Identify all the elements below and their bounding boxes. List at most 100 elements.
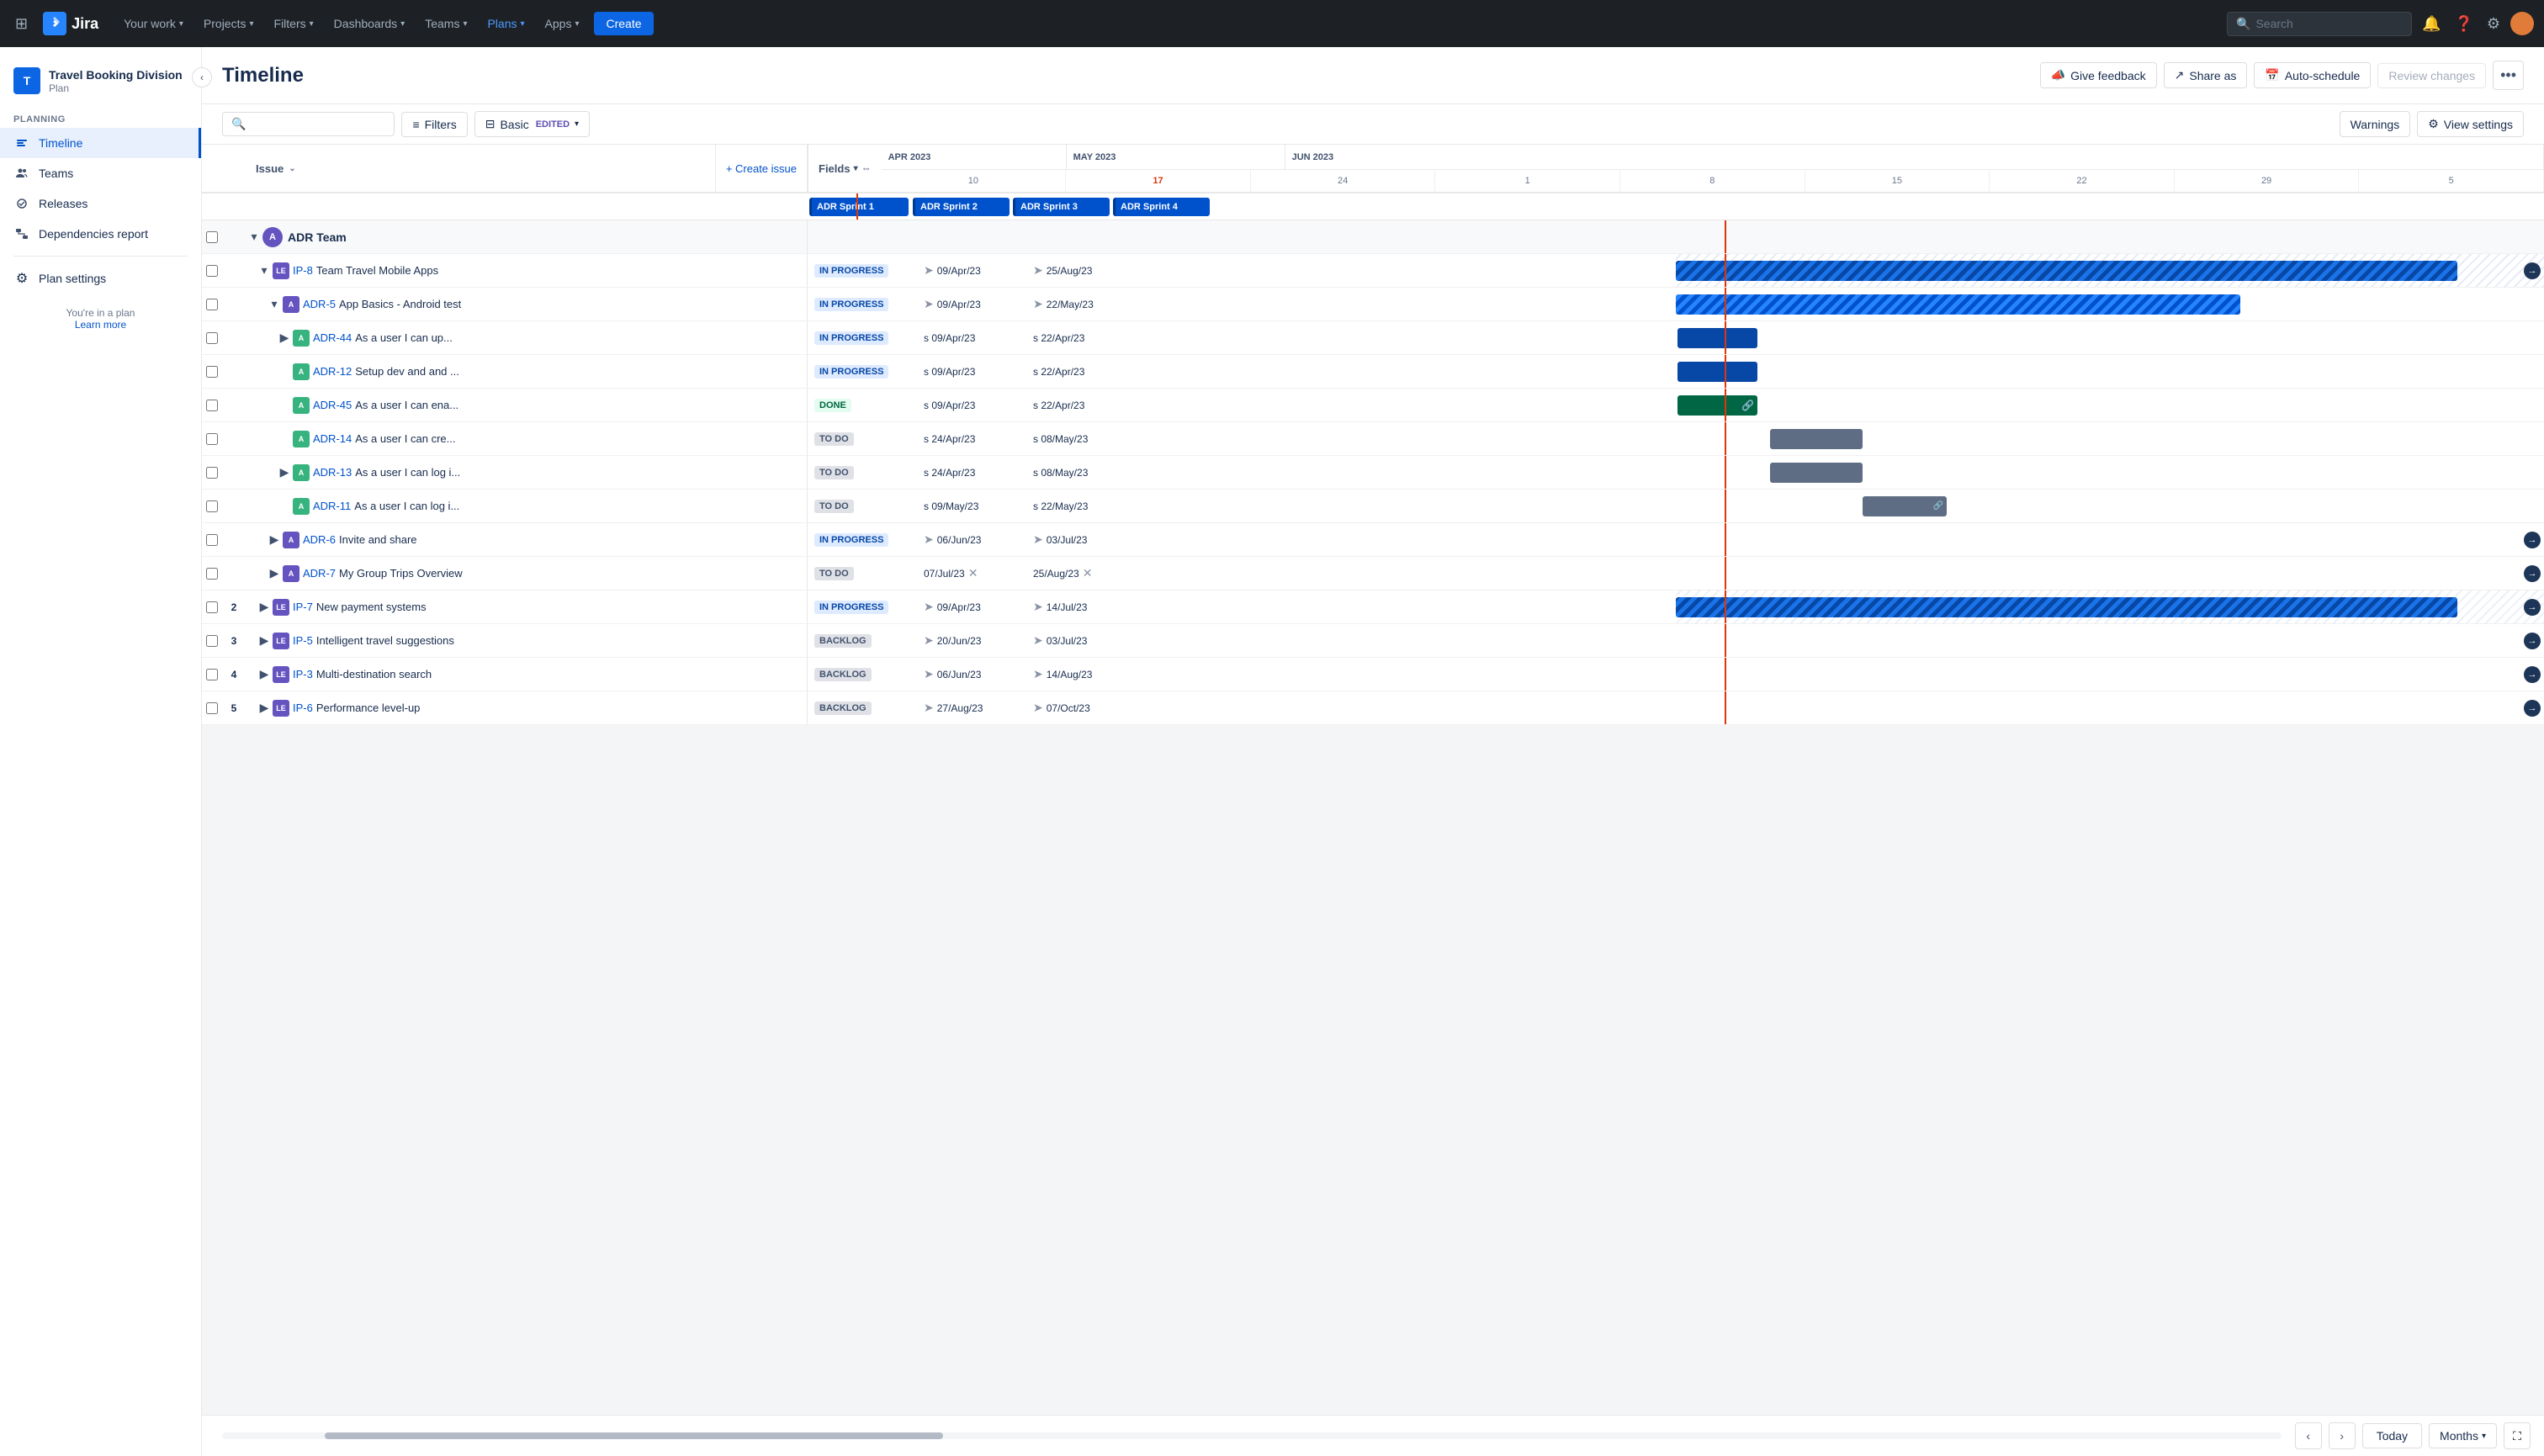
- issue-type-icon: LE: [273, 599, 289, 616]
- learn-more-link[interactable]: Learn more: [75, 319, 126, 331]
- help-icon[interactable]: ❓: [2451, 12, 2476, 36]
- review-changes-button[interactable]: Review changes: [2377, 63, 2486, 88]
- col-fields-header[interactable]: Fields ▾ ⇔: [808, 145, 882, 192]
- row-checkbox[interactable]: [202, 635, 222, 647]
- search-input[interactable]: [2255, 17, 2403, 30]
- row-checkbox[interactable]: [202, 702, 222, 714]
- sidebar-item-releases[interactable]: Releases: [0, 188, 201, 219]
- row-checkbox[interactable]: [202, 669, 222, 680]
- row-expand-button[interactable]: ▶: [256, 701, 273, 715]
- jira-logo[interactable]: Jira: [36, 8, 105, 39]
- fullscreen-button[interactable]: ⛶: [2504, 1422, 2531, 1449]
- row-expand-button[interactable]: ▶: [266, 566, 283, 580]
- row-checkbox[interactable]: [202, 265, 222, 277]
- row-expand-button[interactable]: ▾: [246, 230, 262, 244]
- issue-id[interactable]: ADR-11: [313, 500, 351, 512]
- auto-schedule-button[interactable]: 📅 Auto-schedule: [2254, 62, 2371, 88]
- row-expand-button[interactable]: ▾: [256, 263, 273, 278]
- gantt-bar[interactable]: [1770, 463, 1863, 483]
- issue-id[interactable]: IP-8: [293, 264, 313, 277]
- prev-period-button[interactable]: ‹: [2295, 1422, 2322, 1449]
- row-checkbox[interactable]: [202, 332, 222, 344]
- issue-type-icon: A: [283, 532, 299, 548]
- issue-id[interactable]: IP-7: [293, 601, 313, 613]
- next-period-button[interactable]: ›: [2329, 1422, 2356, 1449]
- months-dropdown[interactable]: Months ▾: [2429, 1423, 2497, 1448]
- nav-apps[interactable]: Apps ▾: [537, 12, 588, 35]
- sort-icon: ⌄: [289, 164, 295, 173]
- more-actions-button[interactable]: •••: [2493, 61, 2524, 90]
- issue-id[interactable]: ADR-6: [303, 533, 336, 546]
- table-row: A ADR-11 As a user I can log i... TO DO …: [202, 490, 2544, 523]
- gantt-bar[interactable]: [1676, 261, 2457, 281]
- warnings-button[interactable]: Warnings: [2340, 111, 2411, 137]
- row-expand-button[interactable]: ▶: [256, 600, 273, 614]
- month-jun: JUN 2023: [1285, 145, 2544, 169]
- issue-id[interactable]: IP-6: [293, 702, 313, 714]
- row-expand-button[interactable]: ▶: [256, 667, 273, 681]
- grid-icon[interactable]: ⊞: [10, 10, 33, 38]
- nav-plans[interactable]: Plans ▾: [479, 12, 533, 35]
- nav-teams[interactable]: Teams ▾: [416, 12, 475, 35]
- sidebar-item-dependencies[interactable]: Dependencies report: [0, 219, 201, 249]
- filters-button[interactable]: ≡ Filters: [401, 112, 467, 137]
- row-checkbox[interactable]: [202, 366, 222, 378]
- gantt-bar[interactable]: [1677, 328, 1757, 348]
- give-feedback-button[interactable]: 📣 Give feedback: [2040, 62, 2157, 88]
- issue-id[interactable]: ADR-45: [313, 399, 352, 411]
- row-checkbox[interactable]: [202, 400, 222, 411]
- issue-id[interactable]: ADR-14: [313, 432, 352, 445]
- gantt-bar[interactable]: 🔗: [1863, 496, 1947, 516]
- row-checkbox[interactable]: [202, 568, 222, 580]
- row-expand-button[interactable]: ▶: [256, 633, 273, 648]
- row-checkbox[interactable]: [202, 534, 222, 546]
- row-expand-button[interactable]: ▶: [276, 331, 293, 345]
- nav-filters[interactable]: Filters ▾: [266, 12, 322, 35]
- today-button[interactable]: Today: [2362, 1423, 2422, 1448]
- nav-dashboards[interactable]: Dashboards ▾: [326, 12, 414, 35]
- issue-search[interactable]: 🔍: [222, 112, 395, 136]
- settings-icon[interactable]: ⚙: [2483, 12, 2504, 36]
- row-expand-button[interactable]: ▶: [276, 465, 293, 479]
- table-row: 2 ▶ LE IP-7 New payment systems IN PROGR…: [202, 590, 2544, 624]
- issue-search-input[interactable]: [251, 118, 385, 131]
- row-checkbox[interactable]: [202, 231, 222, 243]
- issue-id[interactable]: ADR-7: [303, 567, 336, 580]
- issue-id[interactable]: IP-3: [293, 668, 313, 680]
- gantt-bar[interactable]: 🔗: [1677, 395, 1757, 416]
- col-issue-header[interactable]: Issue ⌄: [246, 145, 715, 192]
- gantt-bar-arrow: →: [2524, 666, 2541, 683]
- issue-id[interactable]: IP-5: [293, 634, 313, 647]
- row-checkbox[interactable]: [202, 299, 222, 310]
- gantt-bar[interactable]: [1676, 294, 2240, 315]
- nav-your-work[interactable]: Your work ▾: [115, 12, 192, 35]
- gantt-bar[interactable]: [1676, 597, 2457, 617]
- gantt-bar[interactable]: [1770, 429, 1863, 449]
- notifications-icon[interactable]: 🔔: [2419, 12, 2444, 36]
- row-expand-button[interactable]: ▾: [266, 297, 283, 311]
- share-as-button[interactable]: ↗ Share as: [2164, 62, 2248, 88]
- gantt-bar[interactable]: [1677, 362, 1757, 382]
- row-checkbox[interactable]: [202, 433, 222, 445]
- create-button[interactable]: Create: [594, 12, 653, 35]
- sidebar-collapse-button[interactable]: ‹: [192, 67, 212, 87]
- basic-view-button[interactable]: ⊟ Basic EDITED ▾: [474, 111, 590, 137]
- sidebar-item-teams[interactable]: Teams: [0, 158, 201, 188]
- sidebar-item-plan-settings[interactable]: ⚙ Plan settings: [0, 263, 201, 294]
- row-expand-button[interactable]: ▶: [266, 532, 283, 547]
- nav-projects[interactable]: Projects ▾: [195, 12, 262, 35]
- issue-id[interactable]: ADR-12: [313, 365, 352, 378]
- avatar[interactable]: [2510, 12, 2534, 35]
- col-create-issue[interactable]: + Create issue: [715, 145, 807, 192]
- issue-id[interactable]: ADR-44: [313, 331, 352, 344]
- row-checkbox[interactable]: [202, 467, 222, 479]
- gantt-bar-arrow: →: [2524, 262, 2541, 279]
- issue-id[interactable]: ADR-13: [313, 466, 352, 479]
- issue-id[interactable]: ADR-5: [303, 298, 336, 310]
- search-bar[interactable]: 🔍: [2227, 12, 2412, 36]
- row-checkbox[interactable]: [202, 500, 222, 512]
- scrollbar[interactable]: [222, 1432, 2282, 1439]
- view-settings-button[interactable]: ⚙ View settings: [2417, 111, 2524, 137]
- row-checkbox[interactable]: [202, 601, 222, 613]
- sidebar-item-timeline[interactable]: Timeline: [0, 128, 201, 158]
